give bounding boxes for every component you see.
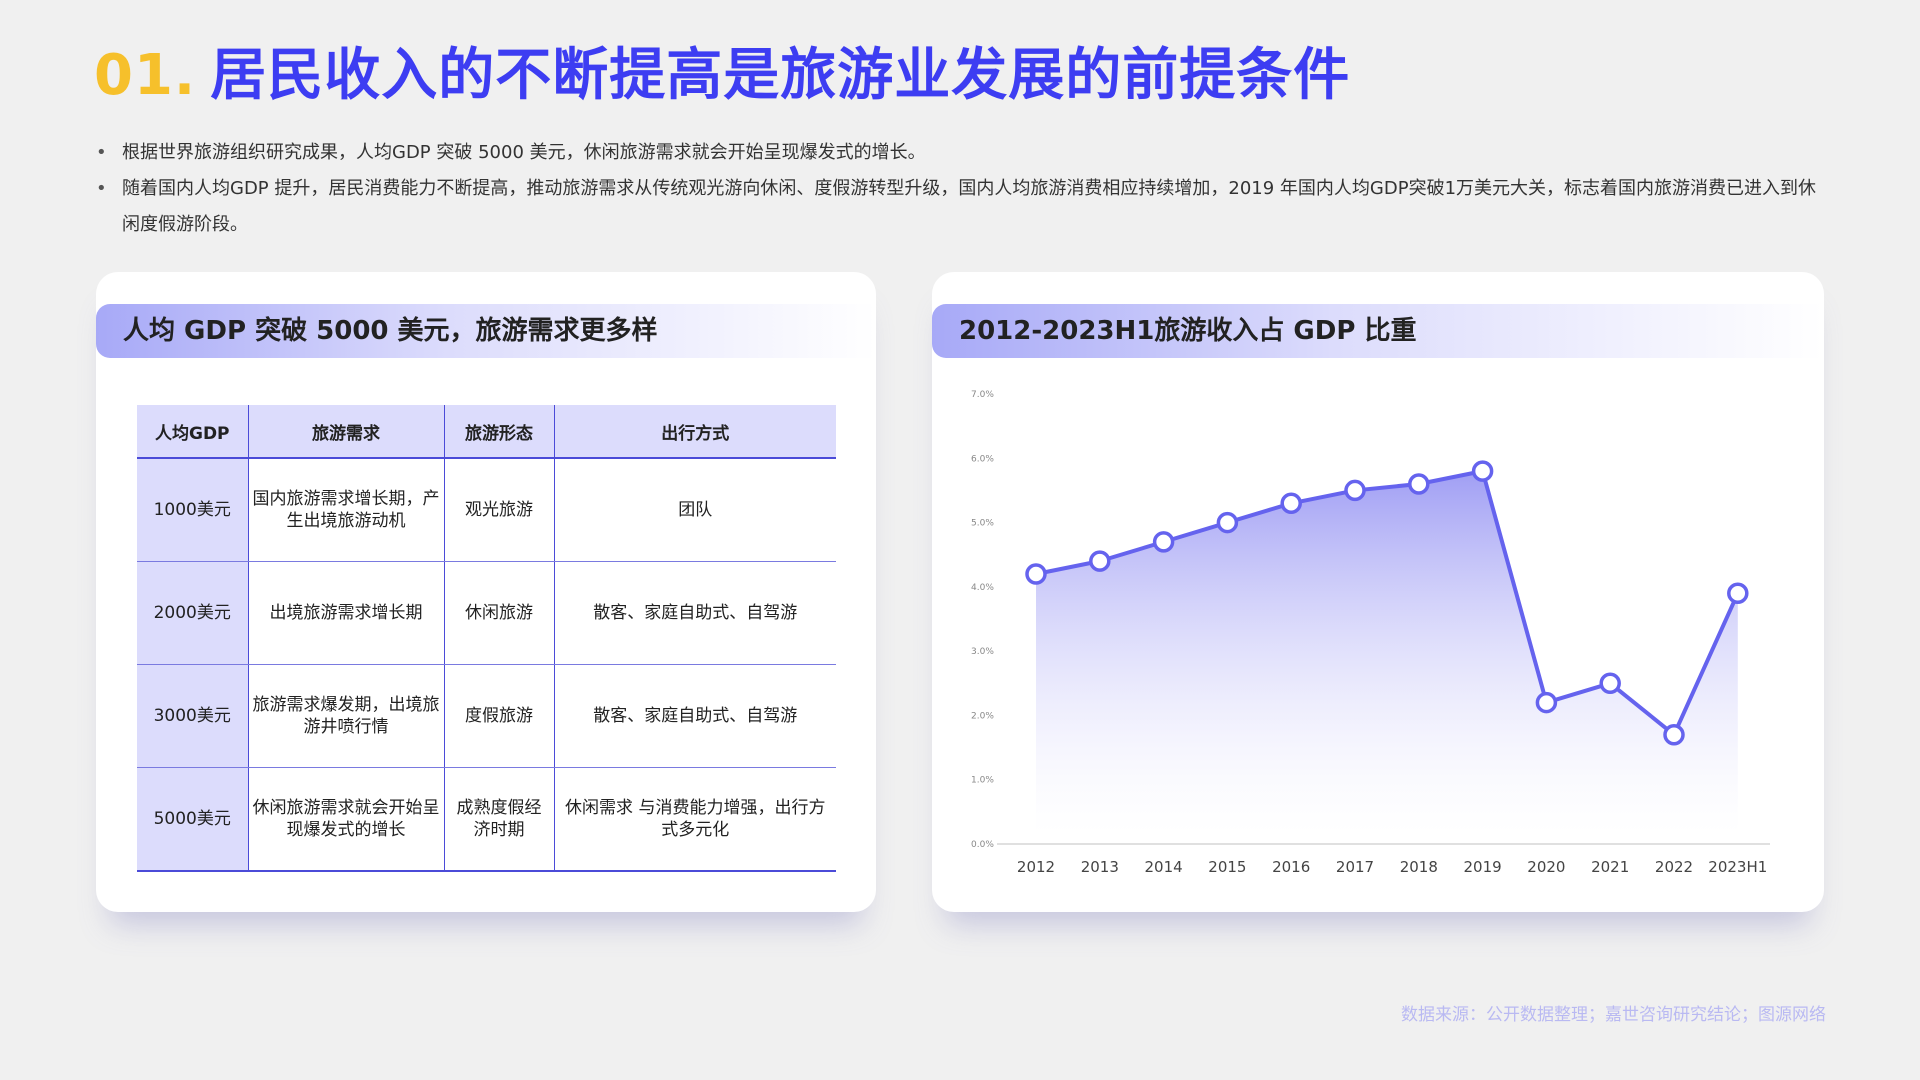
x-tick-label: 2023H1 (1708, 858, 1767, 876)
table-cell: 度假旅游 (444, 665, 554, 768)
table-row: 2000美元 出境旅游需求增长期 休闲旅游 散客、家庭自助式、自驾游 (137, 562, 836, 665)
table-row: 5000美元 休闲旅游需求就会开始呈现爆发式的增长 成熟度假经济时期 休闲需求 … (137, 768, 836, 872)
y-tick-label: 2.0% (971, 711, 994, 721)
section-title: 居民收入的不断提高是旅游业发展的前提条件 (210, 43, 1350, 108)
x-tick-label: 2016 (1272, 858, 1310, 876)
y-tick-label: 7.0% (971, 390, 994, 400)
table-cell: 出境旅游需求增长期 (248, 562, 444, 665)
x-tick-label: 2020 (1527, 858, 1565, 876)
card-title: 人均 GDP 突破 5000 美元，旅游需求更多样 (123, 304, 658, 358)
data-point (1729, 584, 1747, 602)
x-tick-label: 2018 (1400, 858, 1438, 876)
data-point (1282, 494, 1300, 512)
bullet-item: 根据世界旅游组织研究成果，人均GDP 突破 5000 美元，休闲旅游需求就会开始… (96, 135, 1826, 171)
data-point (1474, 462, 1492, 480)
table-cell: 1000美元 (137, 458, 248, 562)
column-header: 出行方式 (554, 405, 836, 458)
data-point (1027, 565, 1045, 583)
data-point (1410, 475, 1428, 493)
y-tick-label: 6.0% (971, 454, 994, 464)
table-cell: 2000美元 (137, 562, 248, 665)
data-point (1537, 694, 1555, 712)
section-number: 01. (94, 43, 196, 108)
source-note: 数据来源：公开数据整理；嘉世咨询研究结论；图源网络 (1401, 1000, 1826, 1025)
bullet-item: 随着国内人均GDP 提升，居民消费能力不断提高，推动旅游需求从传统观光游向休闲、… (96, 171, 1826, 243)
table-cell: 休闲旅游 (444, 562, 554, 665)
table-cell: 成熟度假经济时期 (444, 768, 554, 872)
data-point (1218, 514, 1236, 532)
gdp-table-card: 人均 GDP 突破 5000 美元，旅游需求更多样 人均GDP 旅游需求 旅游形… (96, 272, 876, 912)
table-row: 3000美元 旅游需求爆发期，出境旅游井喷行情 度假旅游 散客、家庭自助式、自驾… (137, 665, 836, 768)
table-cell: 休闲旅游需求就会开始呈现爆发式的增长 (248, 768, 444, 872)
table-cell: 5000美元 (137, 768, 248, 872)
data-point (1155, 533, 1173, 551)
table-row: 1000美元 国内旅游需求增长期，产生出境旅游动机 观光旅游 团队 (137, 458, 836, 562)
table-cell: 旅游需求爆发期，出境旅游井喷行情 (248, 665, 444, 768)
x-tick-label: 2012 (1017, 858, 1055, 876)
table-cell: 散客、家庭自助式、自驾游 (554, 665, 836, 768)
column-header: 旅游需求 (248, 405, 444, 458)
x-tick-label: 2021 (1591, 858, 1629, 876)
card-header: 人均 GDP 突破 5000 美元，旅游需求更多样 (96, 304, 876, 358)
y-tick-label: 0.0% (971, 840, 994, 850)
x-tick-label: 2017 (1336, 858, 1374, 876)
data-point (1091, 552, 1109, 570)
column-header: 旅游形态 (444, 405, 554, 458)
bullet-list: 根据世界旅游组织研究成果，人均GDP 突破 5000 美元，休闲旅游需求就会开始… (96, 135, 1826, 243)
x-tick-label: 2019 (1464, 858, 1502, 876)
chart-card: 2012-2023H1旅游收入占 GDP 比重 0.0%1.0%2.0%3.0%… (932, 272, 1824, 912)
gdp-table: 人均GDP 旅游需求 旅游形态 出行方式 1000美元 国内旅游需求增长期，产生… (137, 405, 836, 872)
share-area-chart: 0.0% 1.0% 2.0% 3.0% 4.0% 5.0% 6.0% 7.0% 2012 2013… (932, 272, 1824, 912)
table-cell: 观光旅游 (444, 458, 554, 562)
table-header-row: 人均GDP 旅游需求 旅游形态 出行方式 (137, 405, 836, 458)
y-tick-label: 3.0% (971, 647, 994, 657)
y-tick-label: 1.0% (971, 776, 994, 786)
y-tick-label: 4.0% (971, 583, 994, 593)
x-tick-label: 2013 (1081, 858, 1119, 876)
y-tick-label: 5.0% (971, 519, 994, 529)
x-tick-label: 2022 (1655, 858, 1693, 876)
column-header: 人均GDP (137, 405, 248, 458)
page-title: 01.居民收入的不断提高是旅游业发展的前提条件 (94, 30, 1350, 111)
x-tick-label: 2015 (1208, 858, 1246, 876)
table-cell: 散客、家庭自助式、自驾游 (554, 562, 836, 665)
table-cell: 休闲需求 与消费能力增强，出行方式多元化 (554, 768, 836, 872)
table-cell: 3000美元 (137, 665, 248, 768)
series-area (1036, 471, 1738, 834)
data-point (1346, 481, 1364, 499)
table-cell: 国内旅游需求增长期，产生出境旅游动机 (248, 458, 444, 562)
x-tick-label: 2014 (1145, 858, 1183, 876)
data-point (1665, 726, 1683, 744)
table-cell: 团队 (554, 458, 836, 562)
data-point (1601, 674, 1619, 692)
